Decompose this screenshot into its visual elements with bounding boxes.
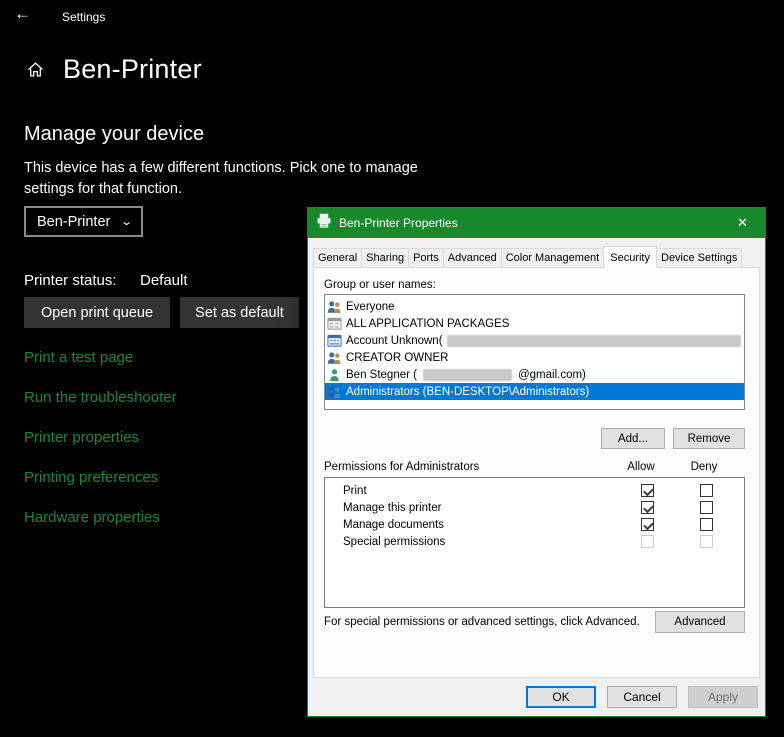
permissions-label: Permissions for Administrators xyxy=(324,461,479,473)
list-item-label: CREATOR OWNER xyxy=(346,352,448,364)
printer-status-row: Printer status: Default xyxy=(24,272,188,289)
window-title: Settings xyxy=(62,10,105,24)
allow-checkbox[interactable] xyxy=(641,501,654,514)
list-item-label: Account Unknown( xyxy=(346,335,443,347)
deny-checkbox[interactable] xyxy=(700,518,713,531)
home-icon xyxy=(27,61,44,83)
dialog-tabstrip: General Sharing Ports Advanced Color Man… xyxy=(313,246,742,267)
list-item-label-suffix: @gmail.com) xyxy=(518,369,586,381)
printer-status-label: Printer status: xyxy=(24,272,140,289)
dialog-titlebar[interactable]: Ben-Printer Properties xyxy=(308,208,765,238)
list-item-label: ALL APPLICATION PACKAGES xyxy=(346,318,509,330)
section-description: This device has a few different function… xyxy=(24,158,428,200)
list-item-ben-stegner[interactable]: Ben Stegner ( @gmail.com) xyxy=(325,366,744,383)
add-button[interactable]: Add... xyxy=(601,428,665,449)
link-run-troubleshooter[interactable]: Run the troubleshooter xyxy=(24,389,177,406)
tab-security[interactable]: Security xyxy=(603,246,657,268)
deny-checkbox xyxy=(700,535,713,548)
back-arrow-icon[interactable]: ← xyxy=(14,4,31,24)
redacted-text xyxy=(447,335,741,347)
permissions-listbox[interactable]: Print Manage this printer Manage documen… xyxy=(324,477,745,608)
section-heading: Manage your device xyxy=(24,123,204,146)
permission-row-manage-printer: Manage this printer xyxy=(325,500,744,517)
list-item-label: Everyone xyxy=(346,301,395,313)
tab-color-management[interactable]: Color Management xyxy=(501,248,605,267)
redacted-text xyxy=(423,369,512,381)
permission-row-manage-documents: Manage documents xyxy=(325,517,744,534)
dialog-title: Ben-Printer Properties xyxy=(339,216,458,230)
users-icon xyxy=(327,300,342,314)
deny-column-header: Deny xyxy=(682,461,726,473)
device-select-dropdown[interactable]: Ben-Printer ⌄ xyxy=(24,206,143,237)
permission-row-special-permissions: Special permissions xyxy=(325,534,744,551)
list-item-label: Administrators (BEN-DESKTOP\Administrato… xyxy=(346,386,589,398)
ok-button[interactable]: OK xyxy=(526,686,596,708)
list-item-creator-owner[interactable]: CREATOR OWNER xyxy=(325,349,744,366)
cancel-button[interactable]: Cancel xyxy=(607,686,677,708)
link-print-test-page[interactable]: Print a test page xyxy=(24,349,133,366)
link-hardware-properties[interactable]: Hardware properties xyxy=(24,509,160,526)
allow-checkbox[interactable] xyxy=(641,484,654,497)
tab-advanced[interactable]: Advanced xyxy=(443,248,502,267)
users-icon xyxy=(327,351,342,365)
deny-checkbox[interactable] xyxy=(700,501,713,514)
list-item-all-application-packages[interactable]: ALL APPLICATION PACKAGES xyxy=(325,315,744,332)
app-package-icon xyxy=(327,317,342,331)
open-print-queue-button[interactable]: Open print queue xyxy=(24,297,170,328)
link-printer-properties[interactable]: Printer properties xyxy=(24,429,139,446)
permission-name: Manage this printer xyxy=(343,502,441,514)
tab-device-settings[interactable]: Device Settings xyxy=(656,248,742,267)
permission-name: Print xyxy=(343,485,367,497)
link-printing-preferences[interactable]: Printing preferences xyxy=(24,469,158,486)
advanced-hint-text: For special permissions or advanced sett… xyxy=(324,616,640,628)
users-icon xyxy=(327,385,342,399)
allow-checkbox[interactable] xyxy=(641,518,654,531)
tab-ports[interactable]: Ports xyxy=(408,248,444,267)
group-names-listbox[interactable]: Everyone ALL APPLICATION PACKAGES Accoun… xyxy=(324,294,745,410)
printer-properties-dialog: Ben-Printer Properties ✕ General Sharing… xyxy=(307,207,766,717)
chevron-down-icon: ⌄ xyxy=(120,215,133,228)
security-tab-page: Group or user names: Everyone ALL APPLIC… xyxy=(313,267,760,678)
close-icon[interactable]: ✕ xyxy=(720,208,765,238)
permission-row-print: Print xyxy=(325,483,744,500)
device-select-value: Ben-Printer xyxy=(37,214,110,230)
remove-button[interactable]: Remove xyxy=(673,428,745,449)
tab-general[interactable]: General xyxy=(313,248,362,267)
list-item-administrators[interactable]: Administrators (BEN-DESKTOP\Administrato… xyxy=(325,383,744,400)
advanced-button[interactable]: Advanced xyxy=(655,611,745,633)
permission-name: Special permissions xyxy=(343,536,445,548)
account-window-icon xyxy=(327,334,342,348)
deny-checkbox[interactable] xyxy=(700,484,713,497)
group-names-label: Group or user names: xyxy=(324,279,436,291)
printer-icon xyxy=(316,213,332,234)
set-as-default-button[interactable]: Set as default xyxy=(180,297,299,328)
permission-name: Manage documents xyxy=(343,519,444,531)
list-item-label-prefix: Ben Stegner ( xyxy=(346,369,417,381)
page-title: Ben-Printer xyxy=(63,54,202,85)
allow-column-header: Allow xyxy=(619,461,663,473)
apply-button: Apply xyxy=(688,686,758,708)
allow-checkbox xyxy=(641,535,654,548)
list-item-everyone[interactable]: Everyone xyxy=(325,298,744,315)
printer-status-value: Default xyxy=(140,272,188,289)
user-icon xyxy=(327,368,342,382)
tab-sharing[interactable]: Sharing xyxy=(361,248,409,267)
list-item-account-unknown[interactable]: Account Unknown( xyxy=(325,332,744,349)
